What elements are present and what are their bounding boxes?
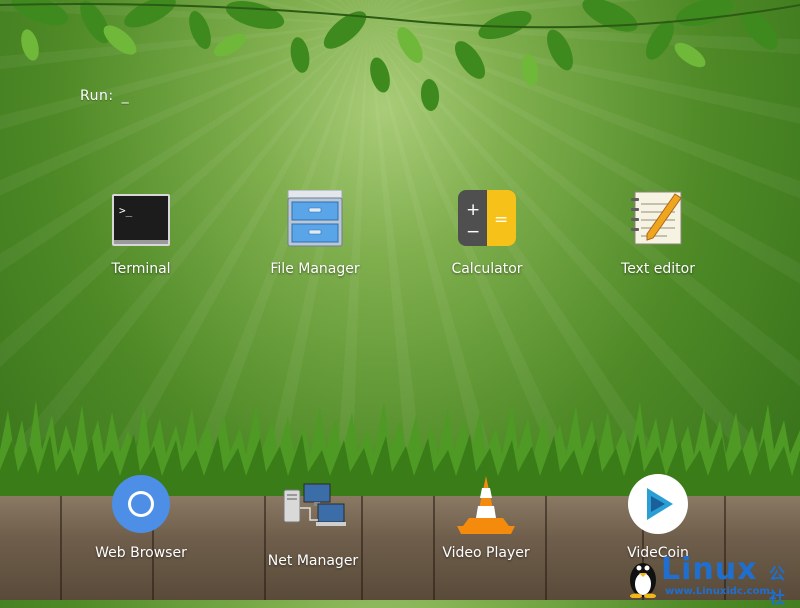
play-circle-icon (627, 474, 689, 536)
svg-text:=: = (494, 210, 508, 230)
svg-text:+: + (466, 200, 480, 220)
chromium-icon (110, 474, 172, 536)
run-cursor: _ (121, 88, 130, 104)
watermark-url: www.Linuxidc.com (665, 586, 770, 597)
app-web-browser[interactable]: Web Browser (66, 474, 216, 561)
app-terminal[interactable]: >_ Terminal (66, 190, 216, 277)
app-label: File Manager (270, 261, 360, 277)
svg-text:−: − (466, 222, 480, 242)
app-net-manager[interactable]: Net Manager (238, 482, 388, 569)
run-prompt[interactable]: Run: _ (80, 88, 129, 104)
app-label: Video Player (442, 545, 530, 561)
app-label: Text editor (621, 261, 695, 277)
app-label: Terminal (111, 261, 171, 277)
penguin-icon (630, 563, 656, 598)
app-label: Web Browser (95, 545, 187, 561)
app-label: Net Manager (267, 553, 359, 569)
vlc-cone-icon (455, 474, 517, 536)
watermark-cn: 公社 (769, 564, 786, 607)
run-label: Run: (80, 88, 114, 104)
app-video-player[interactable]: Video Player (411, 474, 561, 561)
watermark-text: Linux (661, 552, 758, 587)
deck-plank (0, 496, 62, 600)
calculator-icon: + − = (456, 190, 518, 252)
app-file-manager[interactable]: File Manager (240, 189, 390, 277)
linux-watermark: Linux 公社 www.Linuxidc.com (625, 550, 800, 607)
network-computers-icon (282, 482, 346, 544)
notepad-pencil-icon (627, 190, 689, 252)
app-videcoin[interactable]: VideCoin (583, 474, 733, 561)
terminal-icon: >_ (110, 190, 172, 252)
svg-text:>_: >_ (119, 204, 133, 217)
app-calculator[interactable]: + − = Calculator (412, 190, 562, 277)
file-cabinet-icon (284, 189, 346, 252)
leaves-decoration (0, 0, 800, 111)
app-text-editor[interactable]: Text editor (583, 190, 733, 277)
app-label: Calculator (451, 261, 523, 277)
